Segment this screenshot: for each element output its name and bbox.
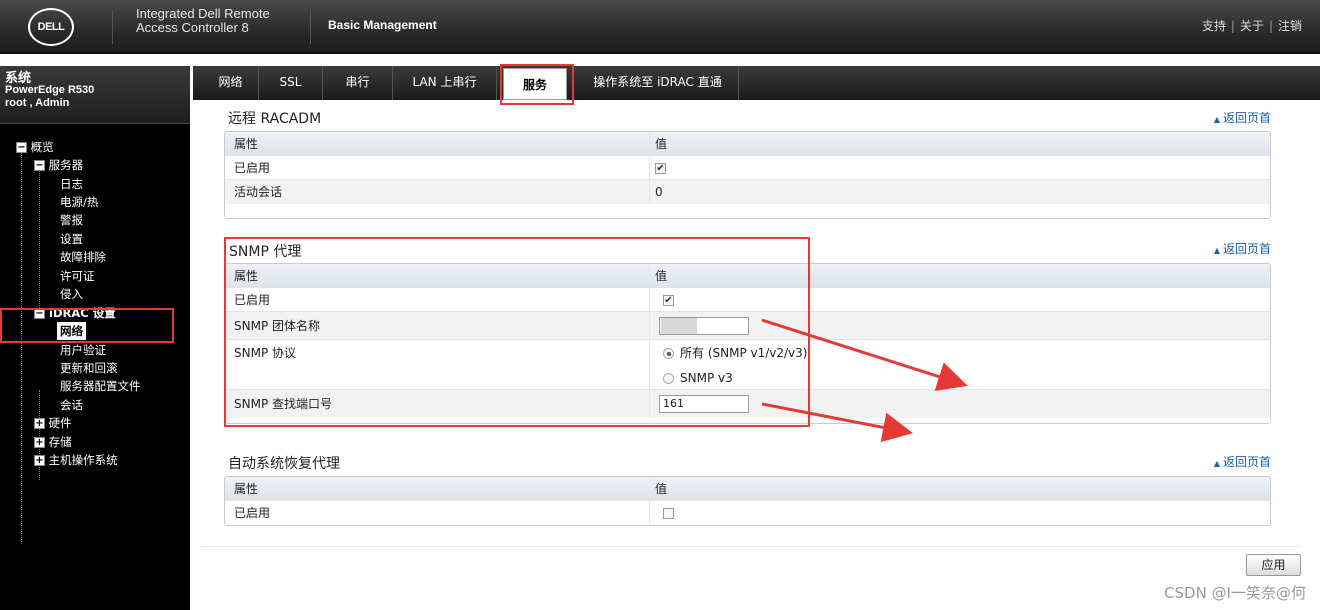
arrow-to-community (761, 318, 968, 391)
divider (200, 546, 1300, 547)
table-row: 已启用 (225, 501, 1270, 525)
asr-enabled-checkbox[interactable] (663, 508, 674, 519)
triangle-up-icon: ▲ (1213, 459, 1220, 468)
watermark: CSDN @I一笑奈@何 (1164, 584, 1306, 602)
asr-table: 属性值 已启用 (224, 476, 1271, 526)
arrow-to-port (761, 402, 913, 443)
asr-title: 自动系统恢复代理 (228, 456, 340, 472)
apply-button[interactable]: 应用 (1246, 554, 1301, 576)
back-to-top-link[interactable]: ▲ 返回页首 (1214, 453, 1271, 470)
table-header: 属性值 (225, 477, 1270, 501)
